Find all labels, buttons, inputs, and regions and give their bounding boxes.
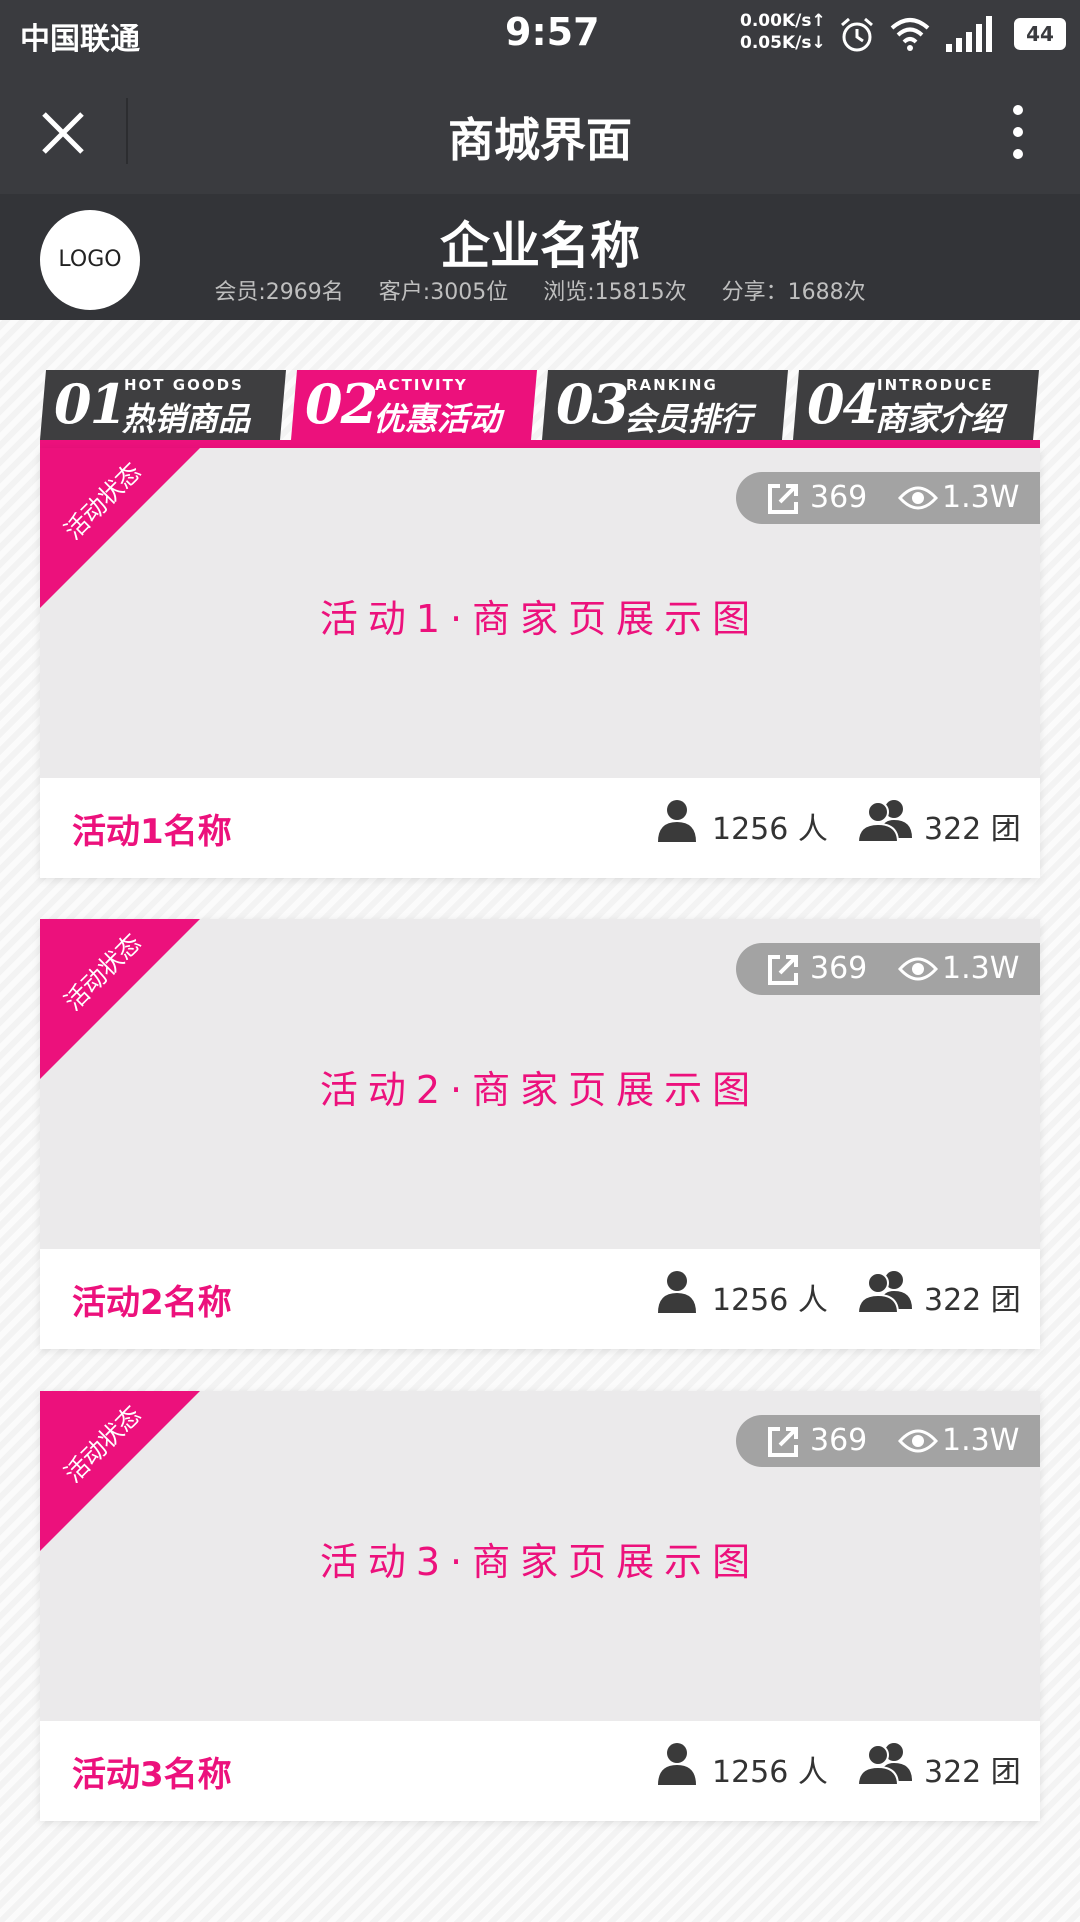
group-icon: [858, 1743, 912, 1785]
activity-stats-pill: 369 1.3W: [736, 1415, 1040, 1467]
share-icon: [768, 955, 798, 985]
activity-stats-pill: 369 1.3W: [736, 472, 1040, 524]
view-count: 1.3W: [942, 951, 1020, 986]
tab-english-label: ACTIVITY: [375, 376, 468, 394]
tab-number: 03: [556, 372, 628, 436]
tab-label: 商家介绍: [875, 400, 1004, 438]
company-stats: 会员:2969名 客户:3005位 浏览:15815次 分享：1688次: [0, 274, 1080, 306]
eye-icon: [898, 1429, 938, 1453]
view-count: 1.3W: [942, 480, 1020, 515]
person-icon: [658, 1271, 696, 1313]
status-label: 活动状态: [58, 457, 147, 546]
activity-card[interactable]: 活动状态 369 1.3W 活动3·商家页展示图 活动3名称 1256 人 32…: [40, 1391, 1040, 1821]
participant-count: 1256 人: [712, 1755, 828, 1790]
view-count: 1.3W: [942, 1423, 1020, 1458]
tab-introduce[interactable]: 04 INTRODUCE 商家介绍: [793, 370, 1039, 440]
status-ribbon: 活动状态: [40, 448, 200, 608]
shares-stat: 分享：1688次: [721, 280, 866, 305]
group-icon: [858, 800, 912, 842]
tab-number: 02: [305, 372, 377, 436]
status-label: 活动状态: [58, 1400, 147, 1489]
share-count: 369: [810, 1423, 868, 1458]
tab-label: 热销商品: [122, 400, 251, 438]
tab-number: 01: [54, 372, 126, 436]
tab-english-label: INTRODUCE: [877, 376, 994, 394]
tab-hot-goods[interactable]: 01 HOT GOODS 热销商品: [40, 370, 286, 440]
group-count: 322 团: [924, 1283, 1021, 1318]
activity-image[interactable]: 活动状态 369 1.3W 活动3·商家页展示图: [40, 1391, 1040, 1721]
activity-name[interactable]: 活动3名称: [72, 1747, 232, 1796]
image-caption: 活动1·商家页展示图: [319, 597, 761, 641]
category-tabs: 01 HOT GOODS 热销商品 02 ACTIVITY 优惠活动 03 RA…: [40, 370, 1040, 448]
tab-ranking[interactable]: 03 RANKING 会员排行: [542, 370, 788, 440]
tabs-underline: [40, 440, 1040, 448]
company-header: LOGO 企业名称 会员:2969名 客户:3005位 浏览:15815次 分享…: [0, 194, 1080, 320]
activity-image[interactable]: 活动状态 369 1.3W 活动1·商家页展示图: [40, 448, 1040, 778]
customers-stat: 客户:3005位: [378, 280, 509, 305]
battery-icon: 44: [1014, 18, 1066, 50]
tab-number: 04: [807, 372, 879, 436]
eye-icon: [898, 957, 938, 981]
more-icon[interactable]: [1000, 102, 1036, 162]
activity-name[interactable]: 活动1名称: [72, 804, 232, 853]
share-count: 369: [810, 951, 868, 986]
activity-card[interactable]: 活动状态 369 1.3W 活动1·商家页展示图 活动1名称 1256 人 32…: [40, 448, 1040, 878]
signal-icon: [946, 16, 992, 52]
image-caption: 活动3·商家页展示图: [319, 1540, 761, 1584]
tab-label: 会员排行: [624, 400, 753, 438]
members-stat: 会员:2969名: [214, 280, 344, 305]
company-name: 企业名称: [440, 217, 640, 275]
activity-image[interactable]: 活动状态 369 1.3W 活动2·商家页展示图: [40, 919, 1040, 1249]
person-icon: [658, 800, 696, 842]
group-icon: [858, 1271, 912, 1313]
title-bar: 商城界面: [0, 68, 1080, 194]
group-count: 322 团: [924, 1755, 1021, 1790]
person-icon: [658, 1743, 696, 1785]
share-icon: [768, 484, 798, 514]
status-bar: 中国联通 9:57 0.00K/s↑ 0.05K/s↓ 44: [0, 0, 1080, 68]
clock: 9:57: [505, 10, 600, 54]
wifi-icon: [890, 18, 930, 51]
tab-english-label: RANKING: [626, 376, 718, 394]
image-caption: 活动2·商家页展示图: [319, 1068, 761, 1112]
eye-icon: [898, 486, 938, 510]
share-count: 369: [810, 480, 868, 515]
share-icon: [768, 1427, 798, 1457]
carrier-label: 中国联通: [20, 22, 140, 57]
download-speed: 0.05K/s↓: [740, 33, 826, 53]
views-stat: 浏览:15815次: [543, 280, 687, 305]
group-count: 322 团: [924, 812, 1021, 847]
activity-stats-pill: 369 1.3W: [736, 943, 1040, 995]
tab-english-label: HOT GOODS: [124, 376, 244, 394]
participant-count: 1256 人: [712, 812, 828, 847]
activity-name[interactable]: 活动2名称: [72, 1275, 232, 1324]
alarm-icon: [841, 17, 873, 52]
tab-activity[interactable]: 02 ACTIVITY 优惠活动: [291, 370, 537, 440]
network-speed: 0.00K/s↑ 0.05K/s↓: [740, 10, 826, 54]
page-title: 商城界面: [448, 113, 632, 167]
upload-speed: 0.00K/s↑: [740, 11, 826, 31]
tab-label: 优惠活动: [373, 400, 502, 438]
status-ribbon: 活动状态: [40, 1391, 200, 1551]
activity-card[interactable]: 活动状态 369 1.3W 活动2·商家页展示图 活动2名称 1256 人 32…: [40, 919, 1040, 1349]
status-label: 活动状态: [58, 928, 147, 1017]
participant-count: 1256 人: [712, 1283, 828, 1318]
status-ribbon: 活动状态: [40, 919, 200, 1079]
